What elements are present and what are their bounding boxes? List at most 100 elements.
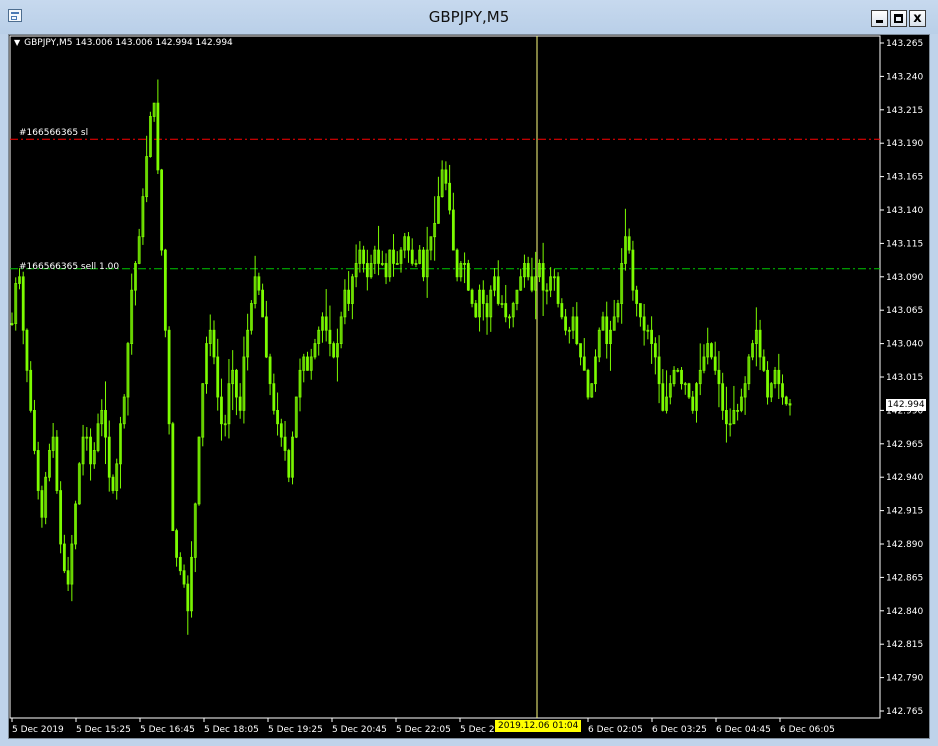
candle-body	[216, 356, 220, 398]
y-tick-label: 142.940	[886, 473, 923, 483]
candle-body	[631, 249, 635, 291]
candle-body	[481, 289, 485, 304]
candle-body	[526, 263, 530, 278]
candle-body	[466, 263, 470, 291]
candle-body	[40, 490, 44, 518]
candle-body	[163, 249, 167, 331]
y-tick-label: 143.015	[886, 373, 923, 383]
y-tick-label: 142.965	[886, 440, 923, 450]
candle-body	[220, 396, 223, 425]
candle-body	[347, 289, 351, 304]
candle-body	[392, 249, 395, 264]
x-tick-label: 5 Dec 2019	[12, 725, 64, 735]
candle-body	[287, 450, 291, 478]
candle-body	[410, 249, 414, 264]
y-tick-label: 143.190	[886, 139, 923, 149]
y-tick-label: 143.265	[886, 39, 923, 49]
candle-body	[272, 383, 276, 411]
y-tick-label: 143.040	[886, 340, 923, 350]
chart-window: GBPJPY,M5 x 143.265 143.240 143.215 143.190…	[0, 0, 938, 746]
x-tick-label: 5 Dec 15:25	[76, 725, 131, 735]
candle-body	[186, 583, 190, 612]
x-tick-label: 5 Dec 16:45	[140, 725, 195, 735]
candle-body	[653, 343, 657, 358]
y-tick-label: 142.840	[886, 607, 923, 617]
candle-body	[691, 396, 695, 411]
candle-body	[777, 369, 781, 385]
sell-order-line-label: #166566365 sell 1.00	[19, 262, 120, 272]
candle-body	[586, 369, 590, 398]
y-tick-label: 143.115	[886, 239, 923, 249]
candle-body	[530, 276, 534, 291]
candle-body	[279, 423, 283, 438]
candle-body	[89, 436, 92, 465]
y-tick-label: 143.215	[886, 106, 923, 116]
candle-body	[25, 329, 29, 371]
candle-body	[650, 329, 654, 344]
candle-body	[564, 316, 567, 331]
candle-body	[62, 543, 66, 572]
candle-body	[470, 289, 474, 304]
candle-body	[638, 303, 642, 318]
candle-body	[657, 356, 661, 385]
y-tick-label: 143.090	[886, 273, 923, 283]
y-tick-label: 143.240	[886, 72, 923, 82]
candle-body	[781, 383, 784, 398]
candle-body	[171, 423, 175, 532]
minimize-button[interactable]	[871, 10, 888, 27]
y-tick-label: 142.915	[886, 507, 923, 517]
y-tick-label: 142.890	[886, 540, 923, 550]
symbol-info-bar[interactable]: ▼ GBPJPY,M5 143.006 143.006 142.994 142.9…	[14, 38, 233, 48]
candle-body	[725, 409, 728, 425]
window-title: GBPJPY,M5	[428, 8, 510, 26]
y-tick-label: 142.765	[886, 707, 923, 717]
candle-body	[332, 343, 336, 358]
candle-body	[444, 169, 448, 184]
y-tick-label: 142.865	[886, 573, 923, 583]
candle-body	[212, 329, 216, 358]
x-tick-label: 5 Dec 22:05	[396, 725, 451, 735]
candle-body	[680, 369, 683, 385]
candle-body	[758, 329, 762, 358]
candle-body	[556, 276, 560, 304]
y-tick-label: 142.815	[886, 640, 923, 650]
candle-body	[306, 356, 309, 371]
candle-body	[29, 369, 33, 411]
candle-body	[328, 329, 332, 344]
title-bar[interactable]: GBPJPY,M5 x	[0, 0, 938, 34]
candle-body	[721, 383, 725, 411]
candle-body	[687, 383, 691, 398]
candle-body	[627, 236, 631, 251]
candle-body	[377, 249, 380, 264]
y-tick-label: 142.790	[886, 674, 923, 684]
candle-body	[235, 369, 238, 398]
candle-body	[766, 369, 769, 398]
candle-body	[717, 369, 721, 385]
candle-body	[55, 436, 59, 491]
y-tick-label: 143.065	[886, 306, 923, 316]
x-tick-label: 5 Dec 19:25	[268, 725, 323, 735]
candlestick-chart[interactable]: 143.265 143.240 143.215 143.190 143.165 143.1…	[8, 34, 930, 739]
candle-body	[276, 409, 279, 425]
maximize-button[interactable]	[890, 10, 907, 27]
candle-body	[268, 356, 272, 385]
candle-body	[541, 263, 545, 291]
candle-body	[582, 356, 586, 371]
x-tick-label: 6 Dec 02:05	[588, 725, 643, 735]
symbol-ohlc-text: GBPJPY,M5 143.006 143.006 142.994 142.99…	[24, 38, 233, 48]
y-tick-label: 143.140	[886, 206, 923, 216]
candle-body	[36, 450, 40, 491]
candle-body	[784, 396, 788, 405]
dropdown-triangle-icon[interactable]: ▼	[14, 38, 20, 47]
candle-body	[642, 316, 646, 331]
candle-body	[407, 236, 410, 251]
candle-body	[283, 436, 287, 451]
candle-body	[605, 316, 609, 345]
candle-body	[362, 249, 365, 264]
close-button[interactable]: x	[909, 10, 926, 27]
candle-body	[579, 343, 582, 358]
candle-body	[167, 329, 171, 425]
candle-body	[451, 209, 455, 251]
x-tick-label: 6 Dec 06:05	[780, 725, 835, 735]
candle-body	[33, 409, 36, 451]
